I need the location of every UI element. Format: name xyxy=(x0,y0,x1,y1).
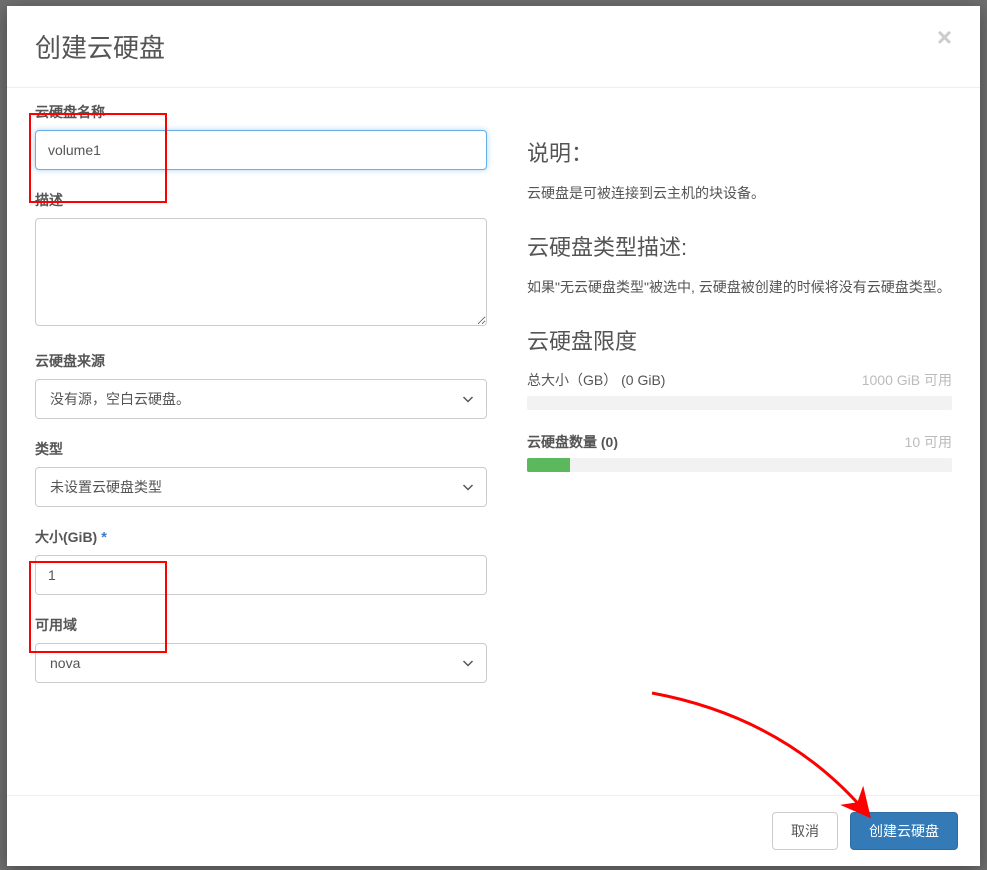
required-marker: * xyxy=(101,529,107,546)
quota-total-size-label: 总大小（GB） (0 GiB) xyxy=(527,370,665,390)
az-selected: nova xyxy=(50,655,80,671)
chevron-down-icon xyxy=(462,481,474,493)
cancel-button-label: 取消 xyxy=(791,821,819,841)
quota-count-bar xyxy=(527,458,952,472)
field-volume-name: 云硬盘名称 xyxy=(35,102,487,170)
volume-type-select[interactable]: 未设置云硬盘类型 xyxy=(35,467,487,507)
quota-total-size-bar xyxy=(527,396,952,410)
explain-heading: 说明： xyxy=(527,136,952,168)
volume-type-label: 类型 xyxy=(35,439,487,459)
modal-title: 创建云硬盘 xyxy=(35,28,165,65)
chevron-down-icon xyxy=(462,393,474,405)
section-limits: 云硬盘限度 总大小（GB） (0 GiB) 1000 GiB 可用 云硬盘数量 … xyxy=(527,324,952,472)
quota-count-fill xyxy=(527,458,570,472)
submit-button[interactable]: 创建云硬盘 xyxy=(850,812,958,850)
quota-count-avail: 10 可用 xyxy=(905,432,952,452)
volume-source-select[interactable]: 没有源，空白云硬盘。 xyxy=(35,379,487,419)
submit-button-label: 创建云硬盘 xyxy=(869,821,939,841)
size-label: 大小(GiB) * xyxy=(35,527,487,547)
info-column: 说明： 云硬盘是可被连接到云主机的块设备。 云硬盘类型描述: 如果"无云硬盘类型… xyxy=(527,102,952,785)
volume-name-input[interactable] xyxy=(35,130,487,170)
field-volume-source: 云硬盘来源 没有源，空白云硬盘。 xyxy=(35,351,487,419)
explain-text: 云硬盘是可被连接到云主机的块设备。 xyxy=(527,182,952,206)
close-icon[interactable]: × xyxy=(937,24,952,50)
field-size: 大小(GiB) * xyxy=(35,527,487,595)
type-desc-text: 如果"无云硬盘类型"被选中, 云硬盘被创建的时候将没有云硬盘类型。 xyxy=(527,276,952,300)
description-label: 描述 xyxy=(35,190,487,210)
size-label-text: 大小(GiB) xyxy=(35,529,97,545)
quota-count-label: 云硬盘数量 (0) xyxy=(527,432,618,452)
volume-source-label: 云硬盘来源 xyxy=(35,351,487,371)
limits-heading: 云硬盘限度 xyxy=(527,324,952,356)
form-column: 云硬盘名称 描述 云硬盘来源 没有源，空白云硬盘。 类型 未设 xyxy=(35,102,487,785)
section-explain: 说明： 云硬盘是可被连接到云主机的块设备。 xyxy=(527,136,952,206)
volume-name-label: 云硬盘名称 xyxy=(35,102,487,122)
chevron-down-icon xyxy=(462,657,474,669)
cancel-button[interactable]: 取消 xyxy=(772,812,838,850)
modal-body: 云硬盘名称 描述 云硬盘来源 没有源，空白云硬盘。 类型 未设 xyxy=(7,88,980,795)
volume-source-selected: 没有源，空白云硬盘。 xyxy=(50,389,190,409)
section-type-desc: 云硬盘类型描述: 如果"无云硬盘类型"被选中, 云硬盘被创建的时候将没有云硬盘类… xyxy=(527,230,952,300)
field-description: 描述 xyxy=(35,190,487,331)
size-input[interactable] xyxy=(35,555,487,595)
modal-header: 创建云硬盘 × xyxy=(7,6,980,88)
field-volume-type: 类型 未设置云硬盘类型 xyxy=(35,439,487,507)
volume-type-selected: 未设置云硬盘类型 xyxy=(50,477,162,497)
quota-total-size: 总大小（GB） (0 GiB) 1000 GiB 可用 xyxy=(527,370,952,410)
type-desc-heading: 云硬盘类型描述: xyxy=(527,230,952,262)
field-availability-zone: 可用域 nova xyxy=(35,615,487,683)
description-textarea[interactable] xyxy=(35,218,487,326)
az-select[interactable]: nova xyxy=(35,643,487,683)
create-volume-modal: 创建云硬盘 × 云硬盘名称 描述 云硬盘来源 没有源，空白云硬盘。 xyxy=(7,6,980,866)
az-label: 可用域 xyxy=(35,615,487,635)
quota-volume-count: 云硬盘数量 (0) 10 可用 xyxy=(527,432,952,472)
modal-footer: 取消 创建云硬盘 xyxy=(7,795,980,866)
quota-total-size-avail: 1000 GiB 可用 xyxy=(862,370,952,390)
